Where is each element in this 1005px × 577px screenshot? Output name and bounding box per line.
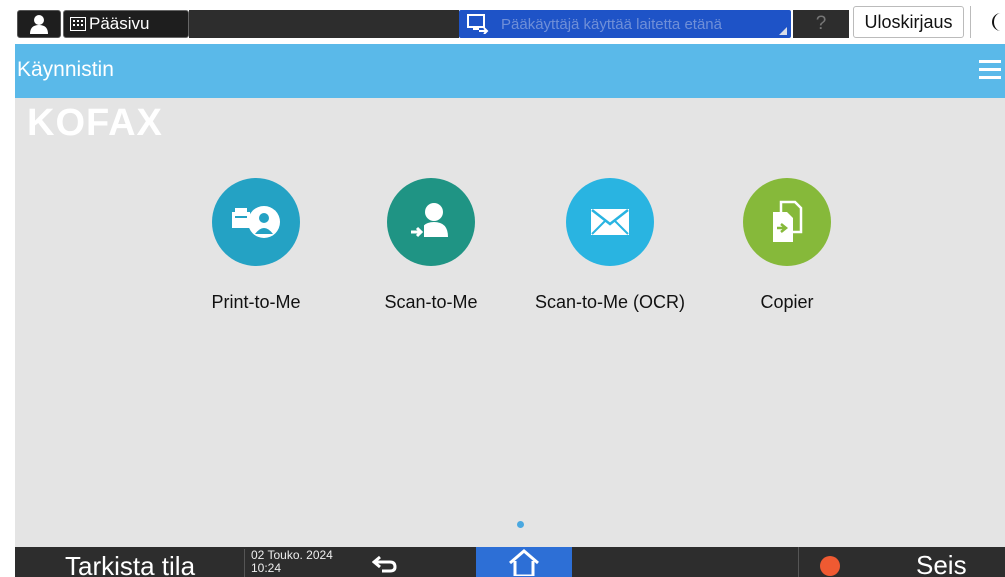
title-bar: Käynnistin (15, 44, 1005, 98)
print-to-me-icon (212, 178, 300, 266)
stop-icon (820, 556, 840, 576)
logout-button[interactable]: Uloskirjaus (853, 6, 964, 38)
remote-access-banner[interactable]: Pääkäyttäjä käyttää laitetta etänä (459, 10, 791, 38)
status-area (189, 10, 459, 38)
keypad-icon (70, 17, 86, 31)
system-bar: Pääsivu Pääkäyttäjä käyttää laitetta etä… (0, 0, 1005, 40)
stop-button[interactable]: Seis (798, 547, 1005, 577)
back-button[interactable] (355, 549, 415, 577)
bottom-bar: Tarkista tila 02 Touko. 2024 10:24 Seis (15, 547, 1005, 577)
app-label: Scan-to-Me (384, 292, 478, 312)
help-button[interactable]: ? (793, 10, 849, 38)
scan-to-me-icon (387, 178, 475, 266)
energy-saver-button[interactable] (970, 6, 1005, 38)
copier-icon (743, 178, 831, 266)
app-print-to-me[interactable]: Print-to-Me (176, 178, 336, 313)
home-nav-button[interactable] (476, 547, 572, 577)
page-indicator (517, 521, 524, 528)
back-arrow-icon (372, 555, 397, 573)
user-button[interactable] (17, 10, 61, 38)
app-label: Print-to-Me (211, 292, 301, 312)
date-time: 02 Touko. 2024 10:24 (244, 549, 333, 577)
remote-display-icon (467, 14, 489, 34)
page-title: Käynnistin (17, 58, 114, 81)
app-label: Copier (760, 292, 814, 312)
home-icon (509, 549, 539, 576)
expand-corner-icon (779, 27, 787, 35)
time-text: 10:24 (251, 561, 282, 575)
kofax-logo: KOFAX (27, 102, 163, 144)
remote-access-text: Pääkäyttäjä käyttää laitetta etänä (501, 15, 722, 33)
launcher-area: KOFAX Print-to-Me Scan-to-Me Scan-to-Me … (15, 98, 1005, 547)
app-scan-to-me-ocr[interactable]: Scan-to-Me (OCR) (530, 178, 690, 313)
stop-label: Seis (916, 550, 967, 577)
check-status-button[interactable]: Tarkista tila (15, 547, 233, 577)
app-copier[interactable]: Copier (707, 178, 867, 313)
hamburger-menu-icon[interactable] (979, 60, 1001, 80)
home-page-label: Pääsivu (89, 14, 150, 33)
envelope-icon (566, 178, 654, 266)
user-icon (30, 15, 48, 34)
app-label: Scan-to-Me (OCR) (534, 292, 686, 312)
home-page-button[interactable]: Pääsivu (63, 10, 189, 38)
moon-icon (992, 13, 1001, 31)
app-scan-to-me[interactable]: Scan-to-Me (351, 178, 511, 313)
